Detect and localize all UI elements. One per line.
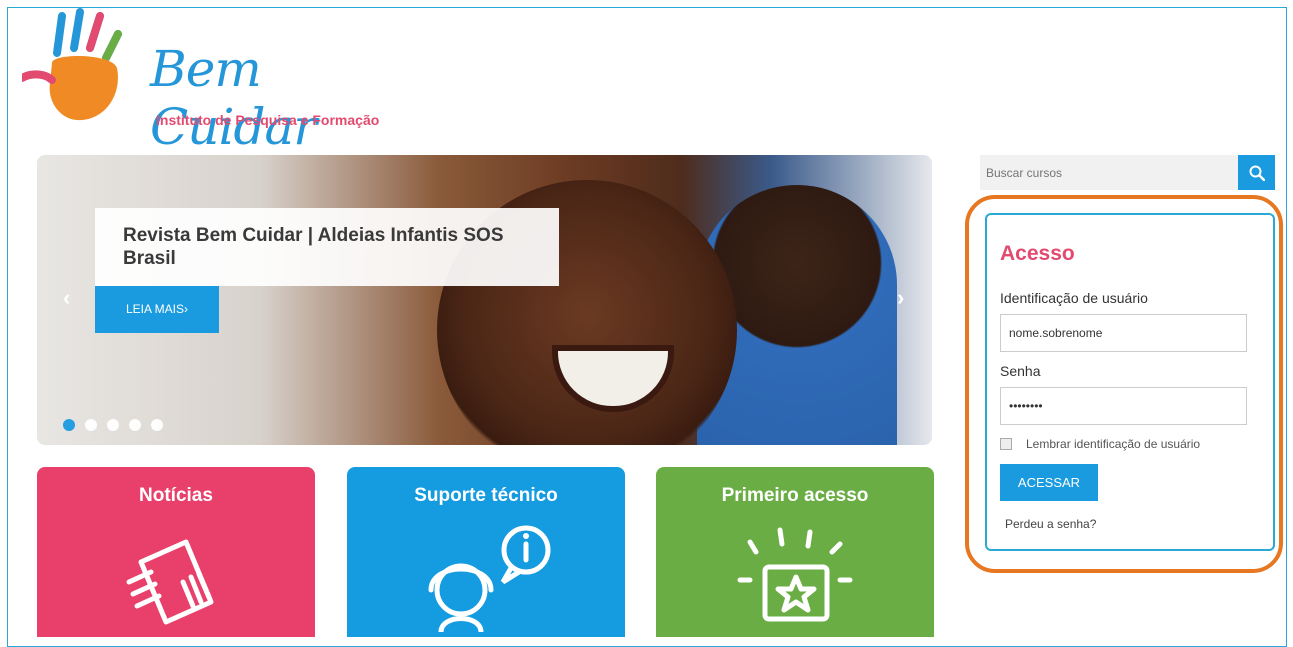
brand-name: Bem Cuidar xyxy=(150,40,317,156)
tile-title: Primeiro acesso xyxy=(721,485,869,506)
forgot-password-link[interactable]: Perdeu a senha? xyxy=(1005,517,1096,531)
username-field[interactable] xyxy=(1000,314,1247,352)
search-input[interactable] xyxy=(980,155,1240,190)
login-title: Acesso xyxy=(1000,242,1075,265)
hero-carousel[interactable]: Revista Bem Cuidar | Aldeias Infantis SO… xyxy=(37,155,932,445)
brand-subtitle: Instituto de Pesquisa e Formação xyxy=(156,112,380,128)
password-field[interactable] xyxy=(1000,387,1247,425)
carousel-next-arrow-icon[interactable]: › xyxy=(897,285,904,311)
star-screen-icon xyxy=(737,527,853,622)
brand-logo[interactable]: Bem Cuidar Instituto de Pesquisa e Forma… xyxy=(22,8,382,156)
tile-suporte-tecnico[interactable]: Suporte técnico xyxy=(347,467,625,637)
carousel-prev-arrow-icon[interactable]: ‹ xyxy=(63,285,70,311)
carousel-dot[interactable] xyxy=(63,419,75,431)
hand-logo-icon xyxy=(22,8,122,121)
carousel-dot[interactable] xyxy=(85,419,97,431)
remember-checkbox[interactable] xyxy=(1000,438,1012,450)
newspaper-icon xyxy=(126,539,214,625)
carousel-dot[interactable] xyxy=(129,419,141,431)
tile-title: Notícias xyxy=(139,485,213,506)
remember-me[interactable]: Lembrar identificação de usuário xyxy=(1000,437,1200,451)
tile-title: Suporte técnico xyxy=(414,485,558,506)
read-more-button[interactable]: LEIA MAIS› xyxy=(95,286,219,333)
password-label: Senha xyxy=(1000,363,1041,379)
carousel-dot[interactable] xyxy=(151,419,163,431)
search-button[interactable] xyxy=(1238,155,1275,190)
carousel-caption: Revista Bem Cuidar | Aldeias Infantis SO… xyxy=(95,208,559,286)
tile-primeiro-acesso[interactable]: Primeiro acesso xyxy=(656,467,934,637)
login-panel: Acesso Identificação de usuário Senha Le… xyxy=(985,213,1275,551)
tile-noticias[interactable]: Notícias xyxy=(37,467,315,637)
carousel-dot[interactable] xyxy=(107,419,119,431)
remember-label: Lembrar identificação de usuário xyxy=(1026,437,1201,451)
login-button[interactable]: ACESSAR xyxy=(1000,464,1098,501)
username-label: Identificação de usuário xyxy=(1000,290,1148,306)
support-headset-icon xyxy=(428,525,551,632)
carousel-indicators xyxy=(63,419,163,431)
search-icon xyxy=(1249,165,1265,181)
